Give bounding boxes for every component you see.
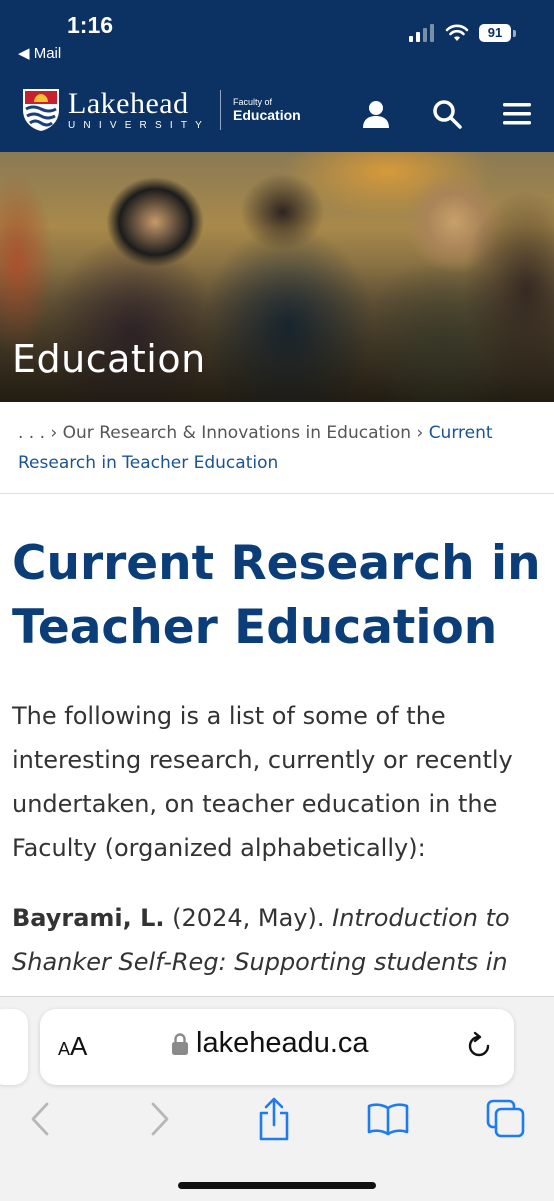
hero-title: Education	[12, 337, 206, 381]
reload-button[interactable]	[464, 1031, 494, 1065]
forward-icon	[151, 1102, 169, 1136]
bookmarks-button[interactable]	[366, 1097, 410, 1141]
back-to-mail-link[interactable]: ◀ Mail	[18, 44, 61, 62]
breadcrumb-ellipsis[interactable]: . . .	[18, 423, 45, 443]
wifi-icon	[445, 24, 469, 41]
citation-entry: Bayrami, L. (2024, May). Introduction to…	[12, 896, 547, 984]
url-text[interactable]: lakeheadu.ca	[196, 1027, 369, 1060]
forward-button[interactable]	[138, 1097, 182, 1141]
account-button[interactable]	[358, 96, 394, 132]
tabs-button[interactable]	[484, 1097, 528, 1141]
share-button[interactable]	[252, 1097, 296, 1141]
brand-name: Lakehead	[68, 87, 189, 120]
previous-tab-preview[interactable]	[0, 1009, 28, 1085]
reload-icon	[468, 1031, 490, 1057]
back-icon	[31, 1102, 49, 1136]
back-button[interactable]	[18, 1097, 62, 1141]
site-header: Lakehead UNIVERSITY Faculty of Education	[0, 76, 554, 152]
shield-logo-icon	[23, 89, 59, 131]
battery-indicator: 91	[479, 24, 516, 42]
status-bar: 1:16 ◀ Mail 91	[0, 0, 554, 76]
browser-chrome: AA lakeheadu.ca	[0, 996, 554, 1201]
breadcrumb: . . . › Our Research & Innovations in Ed…	[18, 418, 528, 478]
breadcrumb-separator: ›	[416, 423, 424, 443]
lakehead-logo[interactable]: Lakehead UNIVERSITY Faculty of Education	[22, 88, 301, 132]
user-icon	[363, 101, 389, 128]
brand-subtitle: UNIVERSITY	[68, 120, 211, 131]
page-settings-button[interactable]: AA	[58, 1031, 87, 1062]
menu-icon	[503, 103, 531, 125]
share-icon	[259, 1097, 289, 1141]
divider	[0, 493, 554, 494]
bookmarks-icon	[367, 1103, 409, 1136]
citation-author: Bayrami, L.	[12, 904, 165, 932]
status-icons: 91	[409, 24, 516, 42]
brand-divider	[220, 90, 222, 130]
battery-level: 91	[479, 24, 511, 42]
breadcrumb-parent-link[interactable]: Our Research & Innovations in Education	[63, 423, 411, 443]
cellular-signal-icon	[409, 24, 434, 42]
faculty-label: Faculty of	[233, 97, 273, 107]
search-icon	[433, 100, 462, 129]
breadcrumb-separator: ›	[50, 423, 58, 443]
citation-date: (2024, May).	[164, 904, 333, 932]
tabs-icon	[486, 1099, 525, 1138]
hero-banner: Education	[0, 152, 554, 402]
intro-paragraph: The following is a list of some of the i…	[12, 702, 513, 862]
lock-icon	[172, 1032, 188, 1055]
menu-button[interactable]	[499, 96, 535, 132]
home-indicator[interactable]	[178, 1182, 376, 1189]
address-bar[interactable]: AA lakeheadu.ca	[40, 1009, 514, 1085]
page-title: Current Research in Teacher Education	[12, 536, 541, 655]
clock: 1:16	[67, 12, 114, 38]
faculty-name: Education	[233, 107, 301, 123]
search-button[interactable]	[429, 96, 465, 132]
